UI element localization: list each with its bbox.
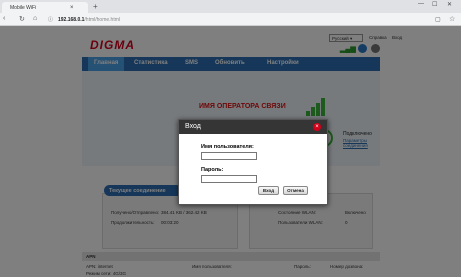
password-field[interactable] <box>201 175 257 183</box>
address-bar: ‹ ↻ ⌂ ⓘ 192.168.0.1/html/home.html ▢ ☆ <box>0 13 461 26</box>
url-field[interactable]: 192.168.0.1/html/home.html <box>58 17 120 23</box>
tab-close-icon[interactable]: × <box>70 5 74 11</box>
maximize-icon[interactable]: ☐ <box>432 1 437 8</box>
extensions-icon[interactable]: ▢ <box>435 16 441 23</box>
browser-tab-strip: Mobile WiFi × + — ☐ ✕ <box>0 0 461 13</box>
login-dialog: Вход × Имя пользователя: Пароль: Вход От… <box>178 119 328 205</box>
login-dialog-header: Вход <box>179 120 327 134</box>
back-icon[interactable]: ‹ <box>3 15 5 22</box>
reload-icon[interactable]: ↻ <box>19 15 25 23</box>
cancel-button[interactable]: Отмена <box>283 186 308 195</box>
home-icon[interactable]: ⌂ <box>33 15 37 22</box>
login-button[interactable]: Вход <box>258 186 279 195</box>
close-icon[interactable]: × <box>313 123 321 131</box>
info-icon[interactable]: ⓘ <box>48 16 53 23</box>
username-field[interactable] <box>201 152 257 160</box>
window-close-icon[interactable]: ✕ <box>447 1 452 8</box>
login-dialog-title: Вход <box>185 123 201 130</box>
new-tab-icon[interactable]: + <box>93 2 98 11</box>
browser-tab[interactable]: Mobile WiFi × <box>2 2 88 13</box>
url-host: 192.168.0.1 <box>58 17 85 23</box>
tab-title: Mobile WiFi <box>10 5 37 11</box>
minimize-icon[interactable]: — <box>418 1 424 7</box>
username-label: Имя пользователя: <box>201 144 254 150</box>
url-path: /html/home.html <box>84 17 120 23</box>
star-icon[interactable]: ☆ <box>449 15 455 23</box>
password-label: Пароль: <box>201 167 224 173</box>
